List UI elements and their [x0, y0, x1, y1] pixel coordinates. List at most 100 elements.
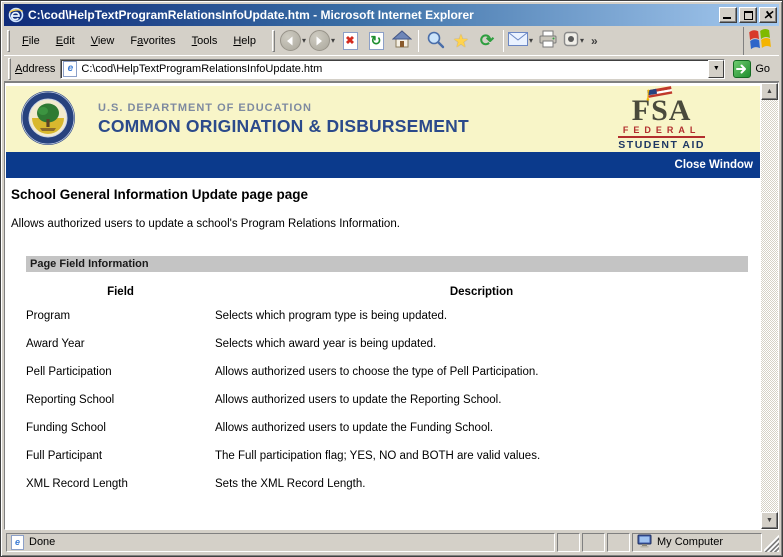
dept-text-block: U.S. DEPARTMENT OF EDUCATION COMMON ORIG… — [98, 102, 469, 137]
header-banner: U.S. DEPARTMENT OF EDUCATION COMMON ORIG… — [6, 86, 760, 152]
app-name: COMMON ORIGINATION & DISBURSEMENT — [98, 116, 469, 137]
stop-button[interactable]: ✖ — [337, 28, 363, 54]
field-cell: XML Record Length — [26, 470, 215, 498]
address-input[interactable] — [81, 61, 708, 77]
print-icon — [538, 30, 558, 51]
graduation-cap-icon — [644, 85, 678, 104]
back-icon — [280, 30, 301, 51]
favorites-star-icon: ★ — [453, 32, 469, 50]
field-cell: Program — [26, 302, 215, 330]
field-cell: Award Year — [26, 330, 215, 358]
menu-edit[interactable]: Edit — [48, 32, 83, 50]
scroll-down-icon: ▼ — [766, 517, 773, 524]
close-window-link[interactable]: Close Window — [675, 159, 753, 171]
home-icon — [392, 30, 412, 51]
scroll-down-button[interactable]: ▼ — [761, 512, 778, 529]
back-button[interactable]: ▾ — [279, 28, 308, 54]
refresh-icon: ↻ — [369, 32, 384, 50]
maximize-button[interactable] — [739, 7, 757, 23]
close-button[interactable]: ✕ — [759, 7, 777, 23]
scroll-up-button[interactable]: ▲ — [761, 83, 778, 100]
my-computer-icon — [637, 534, 652, 551]
address-dropdown-button[interactable]: ▼ — [708, 60, 724, 78]
status-bar: e Done My Computer — [4, 530, 779, 553]
toolbar-overflow-chevron[interactable]: » — [587, 34, 602, 48]
menu-help[interactable]: Help — [225, 32, 264, 50]
mail-icon — [508, 32, 528, 49]
field-cell: Reporting School — [26, 386, 215, 414]
page-intro: Allows authorized users to update a scho… — [11, 218, 761, 230]
status-pane: e Done — [6, 533, 555, 552]
address-bar: Address e ▼ Go — [4, 56, 779, 82]
table-row: XML Record Length Sets the XML Record Le… — [26, 470, 748, 498]
fsa-logo: FSA FEDERAL STUDENT AID — [618, 87, 705, 151]
help-page: U.S. DEPARTMENT OF EDUCATION COMMON ORIG… — [5, 83, 761, 529]
field-info-table: Field Description Program Selects which … — [26, 272, 748, 498]
fsa-student-aid: STUDENT AID — [618, 139, 705, 151]
address-label: Address — [15, 63, 55, 75]
field-cell: Funding School — [26, 414, 215, 442]
menu-favorites[interactable]: Favorites — [122, 32, 183, 50]
print-button[interactable] — [535, 28, 561, 54]
description-cell: Selects which award year is being update… — [215, 330, 748, 358]
edit-dropdown-icon[interactable]: ▾ — [580, 36, 584, 45]
scroll-up-icon: ▲ — [766, 88, 773, 95]
search-button[interactable] — [422, 28, 448, 54]
window-resize-grip[interactable] — [764, 533, 779, 552]
forward-dropdown-icon[interactable]: ▾ — [331, 36, 335, 45]
menu-view[interactable]: View — [83, 32, 123, 50]
edit-button[interactable]: ▾ — [561, 28, 587, 54]
refresh-button[interactable]: ↻ — [363, 28, 389, 54]
table-row: Full Participant The Full participation … — [26, 442, 748, 470]
address-grip[interactable] — [8, 58, 11, 80]
mail-button[interactable]: ▾ — [507, 28, 535, 54]
rebar-grip[interactable] — [7, 30, 10, 52]
menu-tools[interactable]: Tools — [184, 32, 226, 50]
go-button[interactable]: Go — [731, 59, 776, 79]
section-title: Page Field Information — [30, 258, 149, 270]
stop-icon: ✖ — [343, 32, 358, 50]
menu-toolbar-row: File Edit View Favorites Tools Help ▾ ▾ … — [4, 26, 779, 56]
table-row: Award Year Selects which award year is b… — [26, 330, 748, 358]
window-title: C:\cod\HelpTextProgramRelationsInfoUpdat… — [28, 8, 719, 22]
home-button[interactable] — [389, 28, 415, 54]
description-cell: Allows authorized users to choose the ty… — [215, 358, 748, 386]
favorites-button[interactable]: ★ — [448, 28, 474, 54]
minimize-button[interactable] — [719, 7, 737, 23]
field-cell: Pell Participation — [26, 358, 215, 386]
maximize-icon — [744, 11, 753, 20]
edit-icon — [563, 31, 579, 50]
minimize-icon — [723, 17, 731, 19]
field-column-header: Field — [26, 272, 215, 302]
close-icon: ✕ — [763, 9, 773, 21]
back-dropdown-icon[interactable]: ▾ — [302, 36, 306, 45]
scrollbar-track[interactable] — [761, 100, 778, 512]
field-cell: Full Participant — [26, 442, 215, 470]
search-icon — [426, 30, 445, 52]
section-header-bar: Page Field Information — [26, 256, 748, 272]
security-zone-text: My Computer — [657, 536, 723, 548]
title-bar[interactable]: C:\cod\HelpTextProgramRelationsInfoUpdat… — [4, 4, 779, 26]
description-cell: The Full participation flag; YES, NO and… — [215, 442, 748, 470]
status-pane-empty — [607, 533, 630, 552]
mail-dropdown-icon[interactable]: ▾ — [529, 36, 533, 45]
go-arrow-icon — [733, 60, 751, 78]
vertical-scrollbar[interactable]: ▲ ▼ — [761, 83, 778, 529]
page-title: School General Information Update page p… — [11, 187, 761, 202]
go-label: Go — [755, 63, 770, 75]
rebar-grip-2[interactable] — [272, 30, 275, 52]
history-button[interactable]: ⟳ — [474, 28, 500, 54]
description-cell: Allows authorized users to update the Re… — [215, 386, 748, 414]
status-page-icon: e — [11, 535, 24, 550]
address-input-box[interactable]: e ▼ — [60, 59, 725, 79]
forward-button[interactable]: ▾ — [308, 28, 337, 54]
toolbar-separator — [418, 30, 419, 52]
dept-of-education-seal-icon — [20, 90, 76, 149]
menu-file[interactable]: File — [14, 32, 48, 50]
fsa-federal: FEDERAL — [618, 125, 705, 138]
page-icon: e — [63, 61, 77, 77]
throbber — [743, 27, 777, 55]
description-column-header: Description — [215, 272, 748, 302]
toolbar-separator-2 — [503, 30, 504, 52]
table-row: Pell Participation Allows authorized use… — [26, 358, 748, 386]
